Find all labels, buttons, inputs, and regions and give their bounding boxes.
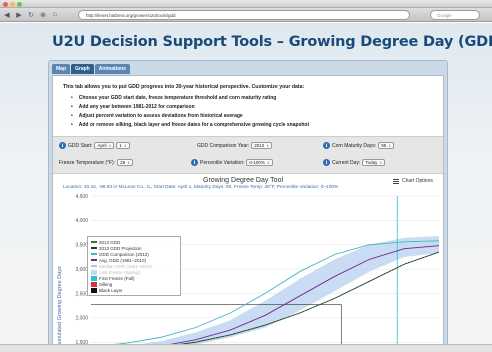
home-icon[interactable]: ⌂ xyxy=(50,10,60,19)
legend-label: Median GDD (1981–2010) xyxy=(99,263,152,269)
chart-options-label: Chart Options xyxy=(402,178,433,184)
freeze-temp-control: Freeze Temperature (°F): 28 ⇕ xyxy=(59,159,134,166)
legend-swatch xyxy=(91,281,97,287)
select-arrows-icon: ⇕ xyxy=(266,143,270,148)
tab-bar: Map Graph Animations xyxy=(52,64,130,74)
list-item: Add or remove silking, black layer and f… xyxy=(71,122,309,131)
instructions-list: Choose your GDD start date, freeze tempe… xyxy=(71,95,309,131)
legend-swatch xyxy=(91,253,97,255)
legend-swatch xyxy=(91,259,97,261)
legend-label: Avg. GDD (1981–2010) xyxy=(99,257,146,263)
percentile-value: 0-100% xyxy=(249,159,265,165)
controls-bar: i GDD Start: April ⇕ 1 ⇕ GDD Comparison Ye… xyxy=(53,136,443,174)
legend-swatch xyxy=(91,241,97,243)
reload-icon[interactable]: ↻ xyxy=(26,10,36,19)
legend-label: Last Freeze (Spring) xyxy=(99,269,141,275)
current-day-control: i Current Day: Today ⇕ xyxy=(323,159,386,166)
current-day-label: Current Day: xyxy=(332,159,361,166)
freeze-temp-value: 28 xyxy=(120,159,126,165)
y-tick-label: 4,500 xyxy=(75,194,88,200)
zoom-window-icon[interactable] xyxy=(17,1,22,7)
gdd-start-day-value: 1 xyxy=(119,142,122,148)
y-tick-label: 2,000 xyxy=(75,316,88,322)
info-icon[interactable]: i xyxy=(323,159,330,166)
select-arrows-icon: ⇕ xyxy=(388,143,392,148)
status-bar xyxy=(0,344,492,352)
legend-label: Black Layer xyxy=(99,287,123,293)
legend-label: GDD Comparison (2012) xyxy=(99,251,149,257)
graph-tab-content: This tab allows you to put GDD progress … xyxy=(52,75,444,352)
list-item: Adjust percent variation to assess devia… xyxy=(71,113,309,122)
tool-panel: Map Graph Animations This tab allows you… xyxy=(48,60,448,352)
browser-toolbar: ◀ ▶ ↻ ⊗ ⌂ http://ilenet.hatbera.org/grow… xyxy=(0,8,492,22)
gdd-start-month-select[interactable]: April ⇕ xyxy=(94,142,115,149)
legend-label: 2013 GDD Projection xyxy=(99,245,142,251)
tab-animations[interactable]: Animations xyxy=(94,64,130,74)
chart-options-button[interactable]: Chart Options xyxy=(393,178,433,184)
legend-swatch xyxy=(91,287,97,293)
gdd-start-day-select[interactable]: 1 ⇕ xyxy=(116,142,130,149)
corn-maturity-value: 95 xyxy=(381,142,387,148)
select-arrows-icon: ⇕ xyxy=(379,160,383,165)
corn-maturity-control: i Corn Maturity Days: 95 ⇕ xyxy=(323,142,395,149)
legend-swatch xyxy=(91,247,97,249)
y-axis-label: Accumulated Growing Degree Days xyxy=(57,266,63,352)
forward-arrow-icon[interactable]: ▶ xyxy=(14,10,24,19)
page-content: U2U Decision Support Tools – Growing Deg… xyxy=(0,23,492,352)
legend-label: First Freeze (Fall) xyxy=(99,275,135,281)
window-titlebar xyxy=(0,0,492,8)
current-day-select[interactable]: Today ⇕ xyxy=(362,159,386,166)
gdd-start-month-value: April xyxy=(97,142,107,148)
legend-swatch xyxy=(91,265,97,267)
search-input[interactable]: Google xyxy=(430,10,480,20)
minimize-window-icon[interactable] xyxy=(10,1,15,7)
percentile-select[interactable]: 0-100% ⇕ xyxy=(246,159,273,166)
legend-item[interactable]: Black Layer xyxy=(91,287,177,293)
corn-maturity-label: Corn Maturity Days: xyxy=(332,142,377,149)
comparison-year-value: 2012 xyxy=(254,142,265,148)
gdd-start-label: GDD Start: xyxy=(68,142,93,149)
corn-maturity-select[interactable]: 95 ⇕ xyxy=(378,142,395,149)
comparison-year-control: GDD Comparison Year: 2012 ⇕ xyxy=(197,142,273,149)
info-icon[interactable]: i xyxy=(323,142,330,149)
stop-icon[interactable]: ⊗ xyxy=(38,10,48,19)
intro-text: This tab allows you to put GDD progress … xyxy=(63,84,305,90)
freeze-temp-select[interactable]: 28 ⇕ xyxy=(117,159,134,166)
legend-swatch xyxy=(91,275,97,281)
freeze-temp-label: Freeze Temperature (°F): xyxy=(59,159,116,166)
legend-label: Silking xyxy=(99,281,113,287)
page-title: U2U Decision Support Tools – Growing Deg… xyxy=(52,34,492,50)
percentile-label: Percentile Variation: xyxy=(200,159,245,166)
info-icon[interactable]: i xyxy=(59,142,66,149)
chart-title: Growing Degree Day Tool xyxy=(203,177,284,184)
select-arrows-icon: ⇕ xyxy=(108,143,112,148)
select-arrows-icon: ⇕ xyxy=(266,160,270,165)
close-window-icon[interactable] xyxy=(3,1,8,7)
tab-map[interactable]: Map xyxy=(52,64,70,74)
url-bar[interactable]: http://ilenet.hatbera.org/grower/u2u/too… xyxy=(78,10,410,20)
list-item: Choose your GDD start date, freeze tempe… xyxy=(71,95,309,104)
chart-legend: 2013 GDD 2013 GDD Projection GDD Compariso… xyxy=(87,236,181,296)
select-arrows-icon: ⇕ xyxy=(127,160,131,165)
list-item: Add any year between 1981-2012 for compa… xyxy=(71,104,309,113)
comparison-year-label: GDD Comparison Year: xyxy=(197,142,250,149)
legend-label: 2013 GDD xyxy=(99,239,121,245)
percentile-control: i Percentile Variation: 0-100% ⇕ xyxy=(191,159,273,166)
menu-icon xyxy=(393,178,399,184)
gdd-start-control: i GDD Start: April ⇕ 1 ⇕ xyxy=(59,142,130,149)
comparison-year-select[interactable]: 2012 ⇕ xyxy=(251,142,273,149)
current-day-value: Today xyxy=(365,159,378,165)
window-controls xyxy=(3,1,22,7)
info-icon[interactable]: i xyxy=(191,159,198,166)
tab-graph[interactable]: Graph xyxy=(71,64,94,74)
y-tick-label: 4,000 xyxy=(75,218,88,224)
select-arrows-icon: ⇕ xyxy=(123,143,127,148)
back-arrow-icon[interactable]: ◀ xyxy=(2,10,12,19)
legend-swatch xyxy=(91,269,97,275)
